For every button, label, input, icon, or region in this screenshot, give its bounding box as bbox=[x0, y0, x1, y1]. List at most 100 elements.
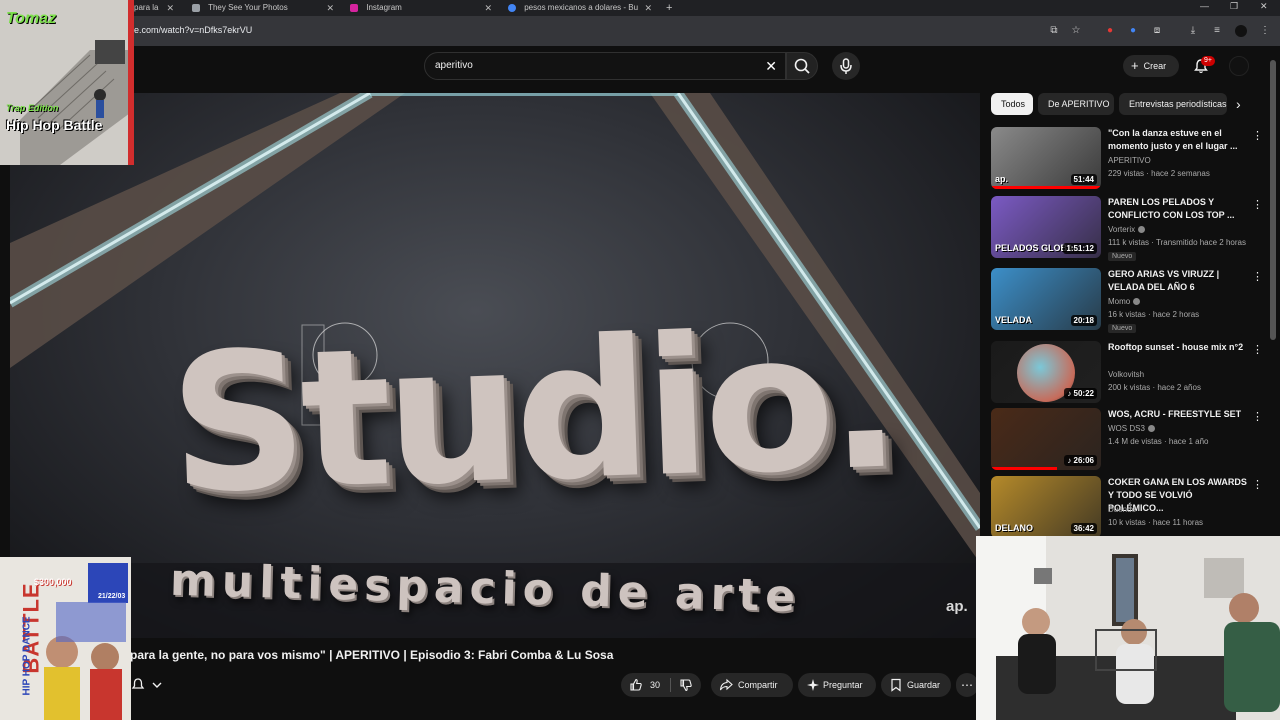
new-tab-icon[interactable]: + bbox=[666, 0, 678, 16]
recommendation-title[interactable]: WOS, ACRU - FREESTYLE SET bbox=[1108, 408, 1248, 421]
recommendation-title[interactable]: "Con la danza estuve en el momento justo… bbox=[1108, 127, 1248, 153]
thumbs-up-icon[interactable] bbox=[629, 678, 643, 692]
extension-icon[interactable]: ● bbox=[1127, 25, 1139, 37]
more-actions-button[interactable]: ⋯ bbox=[956, 673, 978, 697]
more-options-icon[interactable]: ⋮ bbox=[1252, 478, 1263, 491]
video-thumbnail[interactable]: DELANO 36:42 bbox=[991, 476, 1101, 538]
channel-name[interactable]: APERITIVO bbox=[1108, 156, 1151, 165]
account-avatar[interactable] bbox=[1229, 56, 1249, 76]
minimize-icon[interactable]: — bbox=[1200, 0, 1209, 12]
google-icon bbox=[508, 3, 516, 12]
notification-count-badge: 9+ bbox=[1201, 56, 1215, 66]
more-options-icon[interactable]: ⋮ bbox=[1252, 198, 1263, 211]
recommendation-item[interactable]: ♪ 50:22 Rooftop sunset - house mix n°2 Vol… bbox=[990, 341, 1265, 405]
close-tab-icon[interactable]: ✕ bbox=[326, 0, 334, 16]
webcam-scene bbox=[976, 536, 1280, 720]
create-button[interactable]: + Crear bbox=[1123, 55, 1179, 77]
media-control-icon[interactable]: ≡ bbox=[1211, 25, 1223, 37]
save-button[interactable]: Guardar bbox=[881, 673, 951, 697]
recommendation-item[interactable]: PELADOS GLOBAL 1:51:12 PAREN LOS PELADOS Y… bbox=[990, 196, 1265, 261]
install-app-icon[interactable]: ⧉ bbox=[1048, 25, 1060, 37]
recommendation-title[interactable]: PAREN LOS PELADOS Y CONFLICTO CON LOS TO… bbox=[1108, 196, 1248, 222]
recommendation-item[interactable]: ap. 51:44 "Con la danza estuve en el momen… bbox=[990, 127, 1265, 191]
poster-subheading: HIP HOP DANCE bbox=[21, 616, 33, 696]
chip-from-channel[interactable]: De APERITIVO bbox=[1038, 93, 1114, 115]
studio-logo-text: Studio. bbox=[166, 289, 899, 536]
channel-name[interactable]: Duende bbox=[1108, 505, 1136, 514]
video-meta: 229 vistas · hace 2 semanas bbox=[1108, 169, 1210, 178]
video-thumbnail[interactable]: VELADA 20:18 bbox=[991, 268, 1101, 330]
more-options-icon[interactable]: ⋮ bbox=[1252, 270, 1263, 283]
voice-search-button[interactable] bbox=[832, 52, 860, 80]
more-horizontal-icon: ⋯ bbox=[961, 678, 973, 692]
video-thumbnail[interactable]: ap. 51:44 bbox=[991, 127, 1101, 189]
close-tab-icon[interactable]: ✕ bbox=[166, 0, 174, 16]
search-icon bbox=[794, 58, 810, 74]
browser-tab-youtube[interactable]: para la ✕ bbox=[134, 0, 180, 16]
poster-title: Tomaz bbox=[6, 10, 57, 27]
thumbs-down-icon[interactable] bbox=[679, 678, 693, 692]
more-options-icon[interactable]: ⋮ bbox=[1252, 129, 1263, 142]
event-poster-top-left: Tomaz Trap Edition Hip Hop Battle bbox=[0, 0, 134, 165]
subscribe-notification-bell-icon[interactable] bbox=[131, 677, 171, 693]
verified-check-icon bbox=[1147, 425, 1155, 432]
channel-name[interactable]: Volkovitsh bbox=[1108, 370, 1144, 379]
browser-tab-bar: para la ✕ They See Your Photos ✕ Instagr… bbox=[0, 0, 1280, 16]
channel-name[interactable]: WOS DS3 bbox=[1108, 424, 1155, 433]
close-tab-icon[interactable]: ✕ bbox=[484, 0, 492, 16]
address-bar: e.com/watch?v=nDfks7ekrVU ⧉ ☆ ● ● ⧈ ⤓ ≡ … bbox=[0, 16, 1280, 46]
extension-icon[interactable]: ● bbox=[1104, 25, 1116, 37]
duration-badge: 36:42 bbox=[1070, 523, 1097, 534]
search-input[interactable]: aperitivo bbox=[435, 60, 473, 71]
pill-divider bbox=[670, 678, 671, 692]
browser-menu-icon[interactable]: ⋮ bbox=[1259, 25, 1271, 37]
channel-name[interactable]: Momo bbox=[1108, 297, 1141, 306]
watch-progress-bar bbox=[991, 467, 1057, 470]
share-button[interactable]: Compartir bbox=[711, 673, 793, 697]
profile-avatar[interactable] bbox=[1235, 25, 1247, 37]
channel-name[interactable]: Vorterix bbox=[1108, 225, 1146, 234]
verified-check-icon bbox=[1138, 226, 1146, 233]
url-field[interactable]: e.com/watch?v=nDfks7ekrVU bbox=[134, 25, 252, 35]
duration-badge: 20:18 bbox=[1070, 315, 1097, 326]
chevron-right-icon[interactable]: › bbox=[1236, 96, 1241, 112]
poster-prize: $300,000 bbox=[34, 577, 72, 587]
search-button[interactable] bbox=[786, 52, 818, 80]
download-icon[interactable]: ⤓ bbox=[1187, 25, 1199, 37]
chip-all[interactable]: Todos bbox=[991, 93, 1033, 115]
video-thumbnail[interactable]: ♪ 26:06 bbox=[991, 408, 1101, 470]
microphone-icon bbox=[840, 58, 852, 74]
share-arrow-icon bbox=[719, 678, 733, 691]
recommendation-item[interactable]: VELADA 20:18 GERO ARIAS VS VIRUZZ | VELADA… bbox=[990, 268, 1265, 333]
close-tab-icon[interactable]: ✕ bbox=[644, 0, 652, 16]
plus-icon: + bbox=[1131, 58, 1139, 73]
like-count[interactable]: 30 bbox=[650, 673, 660, 697]
recommendation-item[interactable]: ♪ 26:06 WOS, ACRU - FREESTYLE SET WOS DS3 1… bbox=[990, 408, 1265, 472]
browser-tab-photos[interactable]: They See Your Photos ✕ bbox=[192, 0, 340, 16]
maximize-icon[interactable]: ❐ bbox=[1230, 0, 1238, 12]
scrollbar-thumb[interactable] bbox=[1270, 60, 1276, 340]
webcam-overlay bbox=[976, 536, 1280, 720]
browser-tab-instagram[interactable]: Instagram ✕ bbox=[350, 0, 498, 16]
recommendation-title[interactable]: GERO ARIAS VS VIRUZZ | VELADA DEL AÑO 6 bbox=[1108, 268, 1248, 294]
browser-tab-google[interactable]: pesos mexicanos a dolares - Bu ✕ bbox=[508, 0, 658, 16]
channel-watermark[interactable]: ap. bbox=[946, 598, 968, 615]
more-options-icon[interactable]: ⋮ bbox=[1252, 343, 1263, 356]
duration-badge: 1:51:12 bbox=[1063, 243, 1097, 254]
bookmark-icon bbox=[891, 678, 901, 692]
clear-search-icon[interactable]: ✕ bbox=[765, 58, 777, 74]
close-window-icon[interactable]: ✕ bbox=[1260, 0, 1268, 12]
bookmark-star-icon[interactable]: ☆ bbox=[1070, 25, 1082, 37]
chip-interviews[interactable]: Entrevistas periodísticas bbox=[1119, 93, 1227, 115]
video-thumbnail[interactable]: PELADOS GLOBAL 1:51:12 bbox=[991, 196, 1101, 258]
search-box[interactable]: aperitivo ✕ bbox=[424, 52, 786, 80]
extensions-puzzle-icon[interactable]: ⧈ bbox=[1151, 25, 1163, 37]
more-options-icon[interactable]: ⋮ bbox=[1252, 410, 1263, 423]
video-meta: 10 k vistas · hace 11 horas bbox=[1108, 518, 1204, 527]
video-thumbnail[interactable]: ♪ 50:22 bbox=[991, 341, 1101, 403]
video-player[interactable]: Studio. multiespacio de arte ap. bbox=[10, 93, 980, 638]
recommendation-item[interactable]: DELANO 36:42 COKER GANA EN LOS AWARDS Y TO… bbox=[990, 476, 1265, 540]
ask-button[interactable]: Preguntar bbox=[798, 673, 876, 697]
recommendation-title[interactable]: Rooftop sunset - house mix n°2 bbox=[1108, 341, 1248, 354]
thumbnail-caption: DELANO bbox=[995, 523, 1033, 533]
